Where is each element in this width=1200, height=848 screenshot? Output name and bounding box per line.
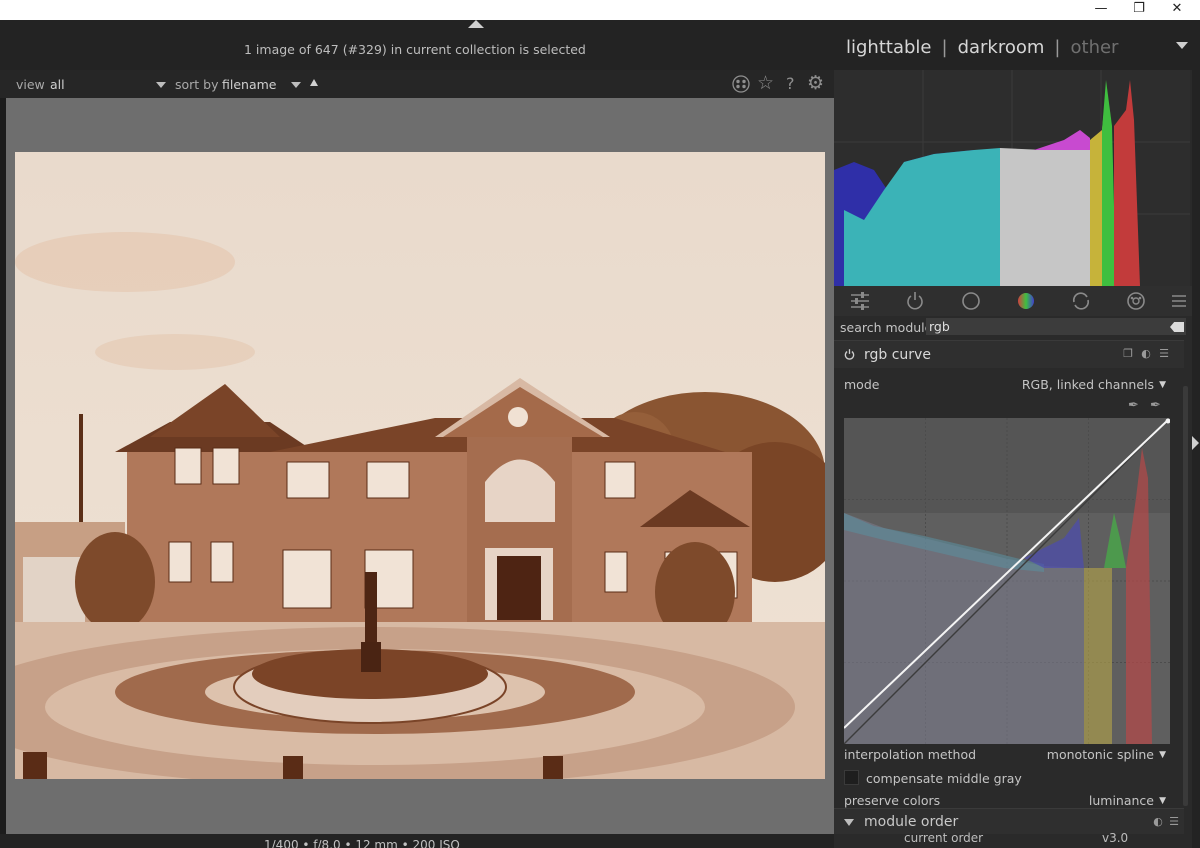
current-order-value: v3.0 — [1102, 831, 1129, 845]
curve-graph[interactable] — [844, 418, 1170, 744]
right-panel-scrollbar[interactable] — [1183, 386, 1188, 806]
top-panel: 1 image of 647 (#329) in current collect… — [0, 20, 1200, 70]
quick-access-icon[interactable] — [849, 290, 871, 312]
power-icon[interactable] — [843, 348, 856, 361]
gear-icon[interactable]: ⚙ — [807, 72, 824, 94]
presets-menu-icon[interactable] — [1168, 290, 1190, 312]
mode-label: mode — [844, 377, 880, 392]
sort-label: sort by — [175, 77, 219, 92]
color-picker-icon[interactable]: ✒ — [1128, 398, 1139, 413]
module-title: rgb curve — [864, 347, 931, 363]
window-titlebar: — ❐ ✕ — [0, 0, 1200, 20]
close-icon[interactable]: ✕ — [1158, 0, 1196, 20]
view-filter-label: view — [16, 77, 45, 92]
mode-value[interactable]: RGB, linked channels — [1022, 377, 1154, 392]
reset-icon[interactable]: ◐ — [1152, 816, 1164, 828]
preserve-colors-value[interactable]: luminance — [1089, 793, 1154, 808]
collapse-right-arrow-icon[interactable] — [1192, 436, 1199, 450]
interpolation-row[interactable]: interpolation method monotonic spline ▼ — [834, 744, 1182, 766]
chevron-down-icon[interactable] — [156, 82, 166, 88]
photo-preview — [15, 152, 825, 779]
color-picker-area-icon[interactable]: ✒ — [1150, 398, 1161, 413]
search-module-label: search module — [840, 320, 933, 335]
filter-bar: view all sort by filename ☆ ? ⚙ — [0, 70, 834, 98]
view-lighttable[interactable]: lighttable — [846, 37, 931, 58]
selection-info: 1 image of 647 (#329) in current collect… — [244, 42, 586, 57]
multi-instance-icon[interactable]: ❐ — [1122, 348, 1134, 360]
module-header-rgb-curve[interactable]: rgb curve ❐ ◐ ☰ — [834, 340, 1184, 368]
active-modules-icon[interactable] — [904, 290, 926, 312]
interpolation-value[interactable]: monotonic spline — [1047, 747, 1154, 762]
compensate-middle-gray-label: compensate middle gray — [866, 771, 1022, 786]
module-order-title: module order — [864, 814, 959, 830]
sort-ascending-icon[interactable] — [310, 79, 318, 86]
view-separator: | — [941, 37, 948, 58]
view-separator: | — [1054, 37, 1061, 58]
histogram — [834, 70, 1190, 286]
chevron-down-icon[interactable]: ▼ — [1159, 750, 1166, 760]
view-darkroom[interactable]: darkroom — [958, 37, 1045, 58]
restore-icon[interactable]: ❐ — [1120, 0, 1158, 20]
correct-modules-icon[interactable] — [1070, 290, 1092, 312]
module-group-tabs — [834, 286, 1192, 316]
collapse-triangle-icon[interactable] — [844, 819, 854, 826]
view-other[interactable]: other — [1071, 37, 1119, 58]
view-switcher: lighttable | darkroom | other — [846, 37, 1189, 58]
view-filter-select[interactable]: all — [50, 77, 65, 92]
current-order-label: current order — [904, 831, 984, 845]
minimize-icon[interactable]: — — [1082, 0, 1120, 20]
right-panel-edge — [1192, 70, 1200, 848]
reset-icon[interactable]: ◐ — [1140, 348, 1152, 360]
chevron-down-icon[interactable]: ▼ — [1159, 796, 1166, 806]
help-icon[interactable]: ? — [786, 74, 795, 93]
compensate-middle-gray-checkbox[interactable] — [844, 770, 859, 785]
bottom-bar: 1/400 • f/8.0 • 12 mm • 200 ISO — [0, 834, 834, 848]
grouping-icon[interactable] — [732, 75, 750, 93]
search-module-input[interactable] — [926, 318, 1186, 335]
sort-select[interactable]: filename — [222, 77, 277, 92]
exif-info: 1/400 • f/8.0 • 12 mm • 200 ISO — [264, 838, 460, 848]
right-panel: search module rgb curve ❐ ◐ ☰ mode RGB, … — [834, 70, 1192, 848]
chevron-down-icon[interactable] — [291, 82, 301, 88]
chevron-down-icon[interactable] — [1176, 41, 1189, 49]
module-search-row: search module — [834, 316, 1192, 340]
interpolation-label: interpolation method — [844, 747, 977, 762]
presets-icon[interactable]: ☰ — [1168, 816, 1180, 828]
picker-row: ✒ ✒ — [834, 396, 1182, 416]
base-modules-icon[interactable] — [960, 290, 982, 312]
color-modules-icon[interactable] — [1015, 290, 1037, 312]
mode-row[interactable]: mode RGB, linked channels ▼ — [834, 374, 1182, 396]
collapse-top-arrow-icon[interactable] — [468, 20, 484, 28]
presets-icon[interactable]: ☰ — [1158, 348, 1170, 360]
module-order-header[interactable]: module order ◐ ☰ current order v3.0 — [834, 808, 1184, 845]
preserve-colors-label: preserve colors — [844, 793, 941, 808]
star-icon[interactable]: ☆ — [757, 72, 774, 94]
chevron-down-icon[interactable]: ▼ — [1159, 380, 1166, 390]
effect-modules-icon[interactable] — [1125, 290, 1147, 312]
